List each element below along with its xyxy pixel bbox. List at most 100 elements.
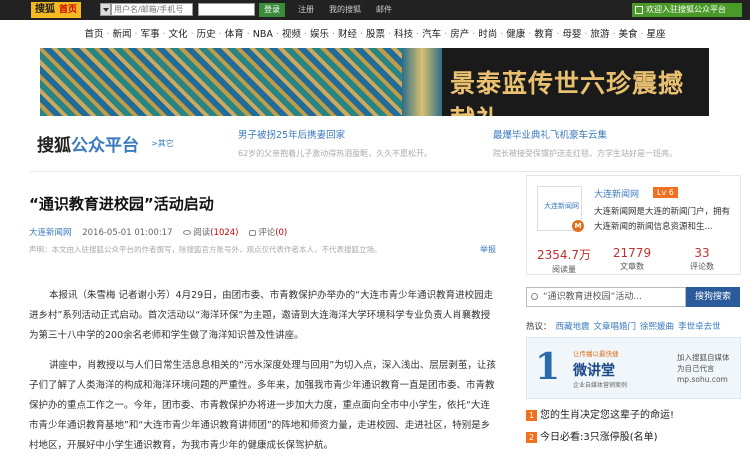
nav-item[interactable]: 美食 (618, 29, 637, 40)
home-link[interactable]: 首页 (59, 5, 77, 15)
nav-item[interactable]: 文化 (169, 29, 188, 40)
hot-story-2[interactable]: 最爆毕业典礼飞机豪车云集 院长被接受保镖护送走红毯，方学生站好是一班亮。 (493, 127, 703, 159)
search-value: “通识教育进校园”活动... (543, 292, 642, 302)
banner-text: 景泰蓝传世六珍震撼献礼 (450, 69, 685, 116)
hot-keyword[interactable]: 徐熙媛曲 (640, 322, 674, 332)
platform-other-link[interactable]: >其它 (151, 138, 174, 149)
rank-item[interactable]: 1 您的生肖决定您这辈子的命运! (526, 406, 674, 421)
password-input[interactable] (198, 3, 255, 16)
comment-label[interactable]: 评论 (258, 228, 275, 238)
author-statement: 声明：本文由入驻搜狐公众平台的作者撰写，除搜狐官方账号外，观点仅代表作者本人，不… (29, 245, 382, 254)
login-button[interactable]: 登录 (259, 3, 285, 17)
search-icon (531, 293, 538, 300)
nav-separator: · (190, 29, 194, 40)
nav-item[interactable]: 新闻 (113, 29, 132, 40)
nav-separator: · (556, 29, 560, 40)
nav-item[interactable]: 母婴 (562, 29, 581, 40)
platform-title[interactable]: 搜狐公众平台 (37, 131, 139, 156)
stat-value: 21779 (612, 246, 652, 260)
stat-value: 2354.7万 (537, 248, 591, 262)
nav-item[interactable]: 股票 (366, 29, 385, 40)
stat-reads: 2354.7万 阅读量 (528, 246, 600, 275)
nav-item[interactable]: 军事 (141, 29, 160, 40)
nav-separator: · (246, 29, 250, 40)
welcome-label: 欢迎入驻搜狐公众平台 (646, 5, 726, 14)
sogou-search-input[interactable]: “通识教育进校园”活动... (526, 287, 686, 307)
hot-label: 热议： (526, 322, 552, 332)
stat-label: 评论数 (690, 262, 714, 271)
hot-story-title[interactable]: 最爆毕业典礼飞机豪车云集 (493, 127, 703, 141)
level-badge: Lv 6 (653, 187, 678, 198)
nav-separator: · (444, 29, 448, 40)
ad-number: 1 (535, 346, 561, 388)
sohu-logo[interactable]: 搜狐 首页 (31, 2, 82, 18)
hot-story-title[interactable]: 男子被拐25年后携妻回家 (238, 127, 448, 141)
nav-separator: · (472, 29, 476, 40)
ad-right-line: 为自己代言 (677, 364, 715, 373)
welcome-button[interactable]: 欢迎入驻搜狐公众平台 (632, 3, 742, 17)
nav-item[interactable]: 首页 (84, 29, 103, 40)
banner-vase (402, 48, 442, 116)
nav-item[interactable]: 科技 (394, 29, 413, 40)
micro-lecture-ad[interactable]: 1 让传播以最快捷 微讲堂 企业自媒体营销案例 加入搜狐自媒体 为自己代言 mp… (526, 337, 741, 399)
account-logo-text: 大连新闻网 (544, 202, 579, 210)
register-link[interactable]: 注册 (298, 4, 314, 15)
nav-separator: · (275, 29, 279, 40)
nav-separator: · (612, 29, 616, 40)
eye-icon (183, 230, 192, 235)
nav-item[interactable]: 健康 (506, 29, 525, 40)
mail-link[interactable]: 邮件 (376, 4, 392, 15)
article-source-link[interactable]: 大连新闻网 (29, 228, 72, 238)
nav-item[interactable]: 娱乐 (310, 29, 329, 40)
stat-label: 文章数 (620, 262, 644, 271)
comment-count[interactable]: (0) (275, 228, 287, 238)
nav-item[interactable]: 汽车 (422, 29, 441, 40)
rank-item[interactable]: 2 今日必看:3只涨停股(名单) (526, 428, 658, 443)
top-bar: 搜狐首页 登录 注册 我的搜狐 邮件 欢迎入驻搜狐公众平台 (0, 0, 750, 20)
nav-separator: · (303, 29, 307, 40)
account-type-dropdown[interactable] (100, 3, 111, 16)
report-link[interactable]: 举报 (480, 244, 496, 255)
hot-keyword[interactable]: 李世卓去世 (678, 322, 721, 332)
rank-number: 1 (526, 409, 537, 421)
banner-pattern (40, 48, 402, 116)
banner-ad[interactable]: 景泰蓝传世六珍震撼献礼 (40, 48, 709, 116)
nav-item[interactable]: 房产 (450, 29, 469, 40)
nav-item[interactable]: 教育 (534, 29, 553, 40)
nav-separator: · (134, 29, 138, 40)
account-input[interactable] (111, 3, 193, 16)
rank-title[interactable]: 您的生肖决定您这辈子的命运! (540, 410, 674, 421)
nav-item[interactable]: 历史 (197, 29, 216, 40)
ad-right-text: 加入搜狐自媒体 为自己代言 mp.sohu.com (677, 352, 730, 385)
ad-right-line: 加入搜狐自媒体 (677, 353, 730, 362)
channel-nav: 首页 · 新闻 · 军事 · 文化 · 历史 · 体育 · NBA · 视频 · 娱乐 · 财经 · 股票 · 科技 · 汽车 ·… (0, 26, 750, 44)
hot-story-1[interactable]: 男子被拐25年后携妻回家 62岁的父亲抱着儿子激动得热泪盈眶，久久不愿松开。 (238, 127, 448, 159)
hot-keywords: 热议： 西藏地震 文章唱婚门 徐熙媛曲 李世卓去世 (526, 320, 721, 332)
nav-item[interactable]: 视频 (282, 29, 301, 40)
account-avatar[interactable]: 大连新闻网 M (537, 186, 584, 232)
hot-keyword[interactable]: 文章唱婚门 (594, 322, 637, 332)
nav-item[interactable]: 旅游 (590, 29, 609, 40)
hot-keyword[interactable]: 西藏地震 (556, 322, 590, 332)
nav-separator: · (331, 29, 335, 40)
nav-item[interactable]: 财经 (338, 29, 357, 40)
ad-subtitle: 企业自媒体营销案例 (573, 382, 628, 389)
article-title: “通识教育进校园”活动启动 (29, 195, 214, 213)
nav-item[interactable]: NBA (253, 29, 273, 40)
my-sohu-link[interactable]: 我的搜狐 (329, 4, 361, 15)
platform-title-blue: 公众平台 (71, 136, 139, 156)
nav-item[interactable]: 时尚 (478, 29, 497, 40)
rank-title[interactable]: 今日必看:3只涨停股(名单) (540, 432, 658, 443)
nav-item[interactable]: 体育 (225, 29, 244, 40)
nav-separator: · (218, 29, 222, 40)
sogou-search-button[interactable]: 搜狗搜索 (686, 287, 740, 307)
nav-item[interactable]: 星座 (647, 29, 666, 40)
nav-separator: · (584, 29, 588, 40)
account-name[interactable]: 大连新闻网 (594, 187, 639, 200)
platform-title-sohu: 搜狐 (37, 136, 71, 156)
article-paragraph: 本报讯（朱雪梅 记者谢小芳）4月29日，由团市委、市青教保护办举办的“大连市青少… (29, 290, 494, 341)
logo-text: 搜狐 (35, 4, 55, 15)
article-date: 2016-05-01 01:00:17 (82, 228, 173, 238)
rank-number: 2 (526, 431, 537, 443)
hot-story-desc: 62岁的父亲抱着儿子激动得热泪盈眶，久久不愿松开。 (238, 149, 433, 158)
